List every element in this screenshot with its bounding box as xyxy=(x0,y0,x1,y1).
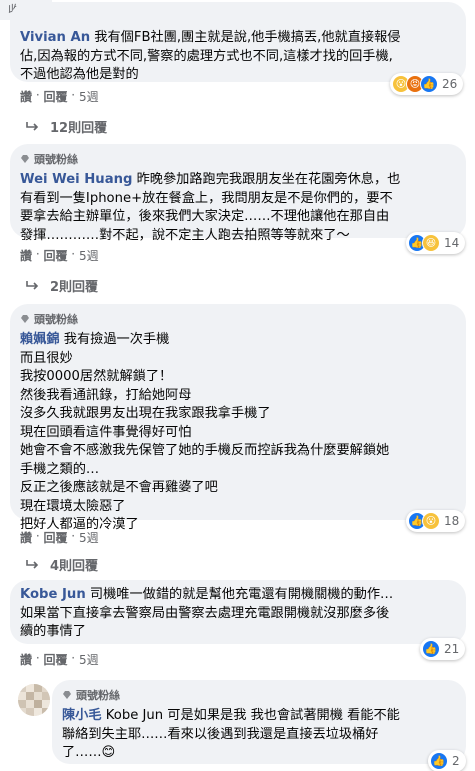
top-fan-icon xyxy=(63,690,71,699)
comment-line: 佔,因為報的方式不同,警察的處理方式也不同,這樣才找的回手機, xyxy=(20,48,393,64)
avatar[interactable] xyxy=(18,684,50,716)
comment-line: Kobe Jun 司機唯一做錯的就是幫他充電還有開機關機的動作… xyxy=(20,587,394,602)
reply-button[interactable]: 回覆 xyxy=(43,247,67,264)
reply-button[interactable]: 回覆 xyxy=(43,651,67,668)
comment-line: 我按0000居然就解鎖了！ xyxy=(20,369,173,384)
comment-author[interactable]: 陳小毛 xyxy=(62,708,102,723)
like-reaction-icon: 👍 xyxy=(422,640,440,658)
reply-button[interactable]: 回覆 xyxy=(43,88,67,105)
like-reaction-icon: 👍 xyxy=(430,752,448,770)
comment-line: 而且很妙 xyxy=(20,350,73,366)
like-button[interactable]: 讚 xyxy=(20,651,32,668)
comment-bubble: 頭號粉絲 Wei Wei Huang 昨晚參加路跑完我跟朋友坐在花園旁休息，也 … xyxy=(10,144,466,243)
comment-line: 沒多久我就跟男友出現在我家跟我拿手機了 xyxy=(20,406,271,421)
reaction-count: 2 xyxy=(452,754,460,768)
reaction-count: 18 xyxy=(444,514,460,528)
comment-line: 賴姵錦 我有撿過一次手機 xyxy=(20,332,170,347)
reaction-summary[interactable]: 👍 21 xyxy=(420,638,466,660)
comment-bubble: 頭號粉絲 賴姵錦 我有撿過一次手機 而且很妙 我按0000居然就解鎖了！ 然後我… xyxy=(10,304,466,532)
haha-reaction-icon: 😆 xyxy=(422,234,440,252)
comment-bubble: 頭號粉絲 Vivian An 我有個FB社團,團主就是說,他手機搞丟,他就直接報… xyxy=(10,2,466,82)
comment-line: Wei Wei Huang 昨晚參加路跑完我跟朋友坐在花園旁休息，也 xyxy=(20,172,401,187)
reaction-summary[interactable]: 👍 😆 14 xyxy=(406,232,466,254)
comment-line: 不過他認為他是對的 xyxy=(20,67,139,82)
comment-line: 聯絡到失主耶……看來以後遇到我還是直接丟垃圾桶好 xyxy=(62,726,379,742)
view-replies-link[interactable]: 2則回覆 xyxy=(26,276,98,295)
top-fan-icon xyxy=(21,314,29,323)
reaction-summary[interactable]: 👍 😮 18 xyxy=(406,510,466,532)
comment-author[interactable]: Vivian An xyxy=(20,30,90,45)
reaction-summary[interactable]: 👍 2 xyxy=(428,750,466,771)
comment-author[interactable]: Wei Wei Huang xyxy=(20,172,132,187)
like-button[interactable]: 讚 xyxy=(20,529,32,546)
comment-line: 現在環境太險惡了 xyxy=(20,498,126,514)
like-button[interactable]: 讚 xyxy=(20,247,32,264)
reaction-count: 14 xyxy=(444,236,460,250)
wow-reaction-icon: 😮 xyxy=(422,512,440,530)
comment-line: 現在回頭看這件事覺得好可怕 xyxy=(20,424,192,440)
comment-line: 然後我看通訊錄，打給她阿母 xyxy=(20,387,192,403)
comment-line: 手機之類的… xyxy=(20,461,100,477)
comment-bubble: Kobe Jun 司機唯一做錯的就是幫他充電還有開機關機的動作… 如果當下直接拿… xyxy=(10,580,466,644)
view-replies-link[interactable]: 12則回覆 xyxy=(26,117,107,136)
fan-badge: 頭號粉絲 xyxy=(62,686,454,703)
comment-time[interactable]: 5週 xyxy=(79,247,99,264)
reply-bubble: 頭號粉絲 陳小毛 Kobe Jun 可是如果是我 我也會試著開機 看能不能 聯絡… xyxy=(52,680,466,764)
comment-time[interactable]: 5週 xyxy=(79,529,99,546)
comment-actions: 讚 · 回覆 · 5週 xyxy=(20,529,99,546)
comment-line: 發揮…………對不起，說不定主人跑去拍照等等就來了～ xyxy=(20,227,350,243)
view-replies-link[interactable]: 4則回覆 xyxy=(26,555,98,574)
comment-line: 要拿去給主辦單位，後來我們大家決定……不理他讓他在那自由 xyxy=(20,209,390,224)
comment-line: 了……😊 xyxy=(62,745,116,760)
comment-actions: 讚 · 回覆 · 5週 xyxy=(20,247,99,264)
comment-actions: 讚 · 回覆 · 5週 xyxy=(20,88,99,105)
like-reaction-icon: 👍 xyxy=(420,75,438,93)
reply-arrow-icon xyxy=(26,280,39,290)
reaction-summary[interactable]: 😮 😡 👍 26 xyxy=(390,73,464,95)
comment-line: 有看到一隻Iphone+放在餐盒上，我問朋友是不是你們的，要不 xyxy=(20,190,393,206)
comment-time[interactable]: 5週 xyxy=(79,88,99,105)
comment-actions: 讚 · 回覆 · 5週 xyxy=(20,651,99,668)
fan-badge: 頭號粉絲 xyxy=(20,310,454,327)
comment-line: 反正之後應該就是不會再雞婆了吧 xyxy=(20,480,218,495)
reply-arrow-icon xyxy=(26,559,39,569)
comment-line: Vivian An 我有個FB社團,團主就是說,他手機搞丟,他就直接報侵 xyxy=(20,30,401,45)
comment-line: 她會不會不感激我先保管了她的手機反而控訴我為什麼要解鎖她 xyxy=(20,443,390,458)
comment-author[interactable]: Kobe Jun xyxy=(20,587,86,602)
reply-arrow-icon xyxy=(26,121,39,131)
like-button[interactable]: 讚 xyxy=(20,88,32,105)
comment-line: 續的事情了 xyxy=(20,624,86,639)
comment-line: 陳小毛 Kobe Jun 可是如果是我 我也會試著開機 看能不能 xyxy=(62,708,400,723)
comment-line: 如果當下直接拿去警察局由警察去處理充電跟開機就沒那麼多後 xyxy=(20,605,390,621)
comment-author[interactable]: 賴姵錦 xyxy=(20,332,60,347)
reaction-count: 21 xyxy=(444,642,460,656)
comment-time[interactable]: 5週 xyxy=(79,651,99,668)
reply-button[interactable]: 回覆 xyxy=(43,529,67,546)
fan-badge: 頭號粉絲 xyxy=(20,150,454,167)
reaction-count: 26 xyxy=(442,77,458,91)
top-fan-icon xyxy=(21,154,29,163)
